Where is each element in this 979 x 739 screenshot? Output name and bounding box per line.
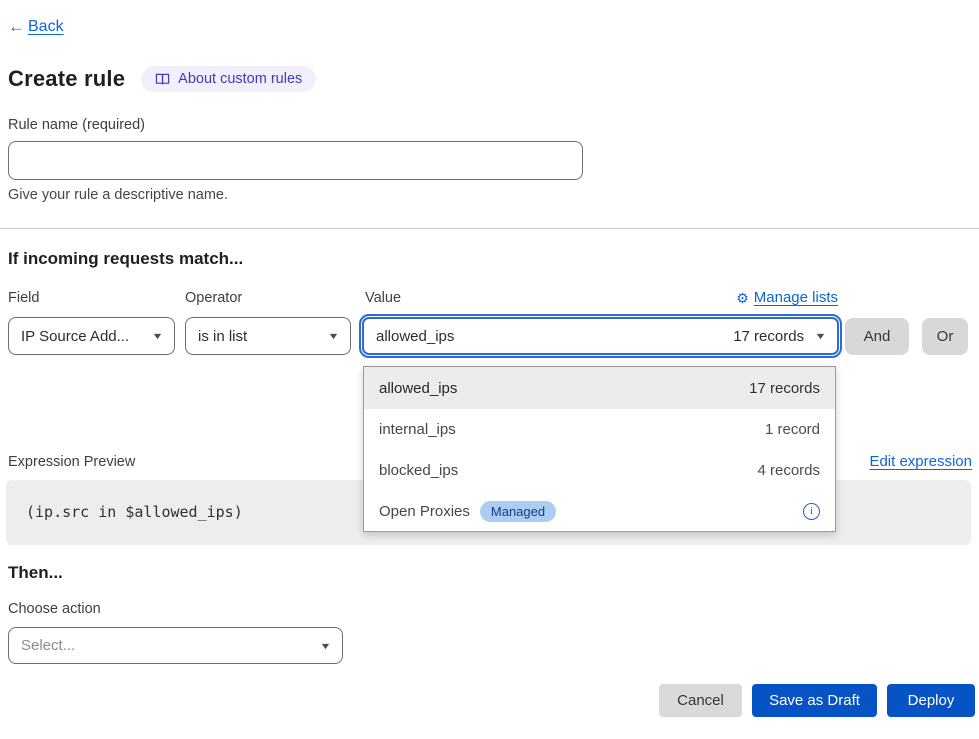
managed-badge: Managed — [480, 501, 556, 522]
list-item-records: 1 record — [765, 421, 820, 438]
list-item[interactable]: Open Proxies Managed i — [364, 491, 835, 532]
list-item[interactable]: allowed_ips 17 records — [364, 367, 835, 409]
list-item-name: internal_ips — [379, 421, 456, 438]
value-select-records: 17 records — [733, 328, 804, 345]
rule-name-helper-text: Give your rule a descriptive name. — [8, 187, 228, 203]
value-label: Value — [365, 290, 401, 306]
value-select-value: allowed_ips — [376, 328, 454, 345]
about-badge-label: About custom rules — [178, 71, 302, 87]
chevron-down-icon: ▼ — [151, 331, 163, 341]
info-icon[interactable]: i — [803, 503, 820, 520]
cancel-button[interactable]: Cancel — [659, 684, 742, 717]
list-item-name: blocked_ips — [379, 462, 458, 479]
deploy-button[interactable]: Deploy — [887, 684, 975, 717]
gear-icon: ⚙ — [736, 291, 749, 305]
book-icon — [155, 72, 170, 86]
section-divider — [0, 228, 979, 229]
and-button[interactable]: And — [845, 318, 909, 355]
match-section-heading: If incoming requests match... — [8, 249, 243, 269]
rule-name-input[interactable] — [8, 141, 583, 180]
about-custom-rules-badge[interactable]: About custom rules — [141, 66, 316, 92]
create-rule-page: ← Back Create rule About custom rules Ru… — [0, 0, 979, 739]
field-select-value: IP Source Add... — [21, 328, 129, 345]
list-item-records: 17 records — [749, 380, 820, 397]
action-select-placeholder: Select... — [21, 637, 75, 654]
edit-expression-link[interactable]: Edit expression — [869, 453, 972, 470]
list-item-name: Open Proxies — [379, 503, 470, 520]
expression-preview-label: Expression Preview — [8, 454, 135, 470]
field-select[interactable]: IP Source Add... ▼ — [8, 317, 175, 355]
then-section-heading: Then... — [8, 563, 63, 583]
list-dropdown-panel: allowed_ips 17 records internal_ips 1 re… — [363, 366, 836, 532]
back-link[interactable]: ← Back — [8, 17, 64, 37]
list-item-records: 4 records — [757, 462, 820, 479]
or-button[interactable]: Or — [922, 318, 968, 355]
chevron-down-icon: ▼ — [814, 331, 826, 341]
list-item[interactable]: blocked_ips 4 records — [364, 450, 835, 491]
list-item[interactable]: internal_ips 1 record — [364, 409, 835, 450]
operator-select[interactable]: is in list ▼ — [185, 317, 351, 355]
action-select[interactable]: Select... ▼ — [8, 627, 343, 664]
value-select[interactable]: allowed_ips 17 records ▼ — [362, 317, 839, 355]
operator-select-value: is in list — [198, 328, 247, 345]
chevron-down-icon: ▼ — [319, 641, 331, 651]
manage-lists-link[interactable]: ⚙ Manage lists — [736, 289, 838, 306]
save-as-draft-button[interactable]: Save as Draft — [752, 684, 877, 717]
page-title: Create rule — [8, 66, 125, 92]
choose-action-label: Choose action — [8, 601, 101, 617]
back-label: Back — [28, 18, 64, 36]
operator-label: Operator — [185, 290, 242, 306]
back-arrow-icon: ← — [8, 17, 25, 37]
list-item-name: allowed_ips — [379, 380, 457, 397]
chevron-down-icon: ▼ — [327, 331, 339, 341]
rule-name-label: Rule name (required) — [8, 117, 145, 133]
field-label: Field — [8, 290, 39, 306]
manage-lists-label: Manage lists — [754, 289, 838, 306]
expression-code: (ip.src in $allowed_ips) — [26, 503, 243, 521]
